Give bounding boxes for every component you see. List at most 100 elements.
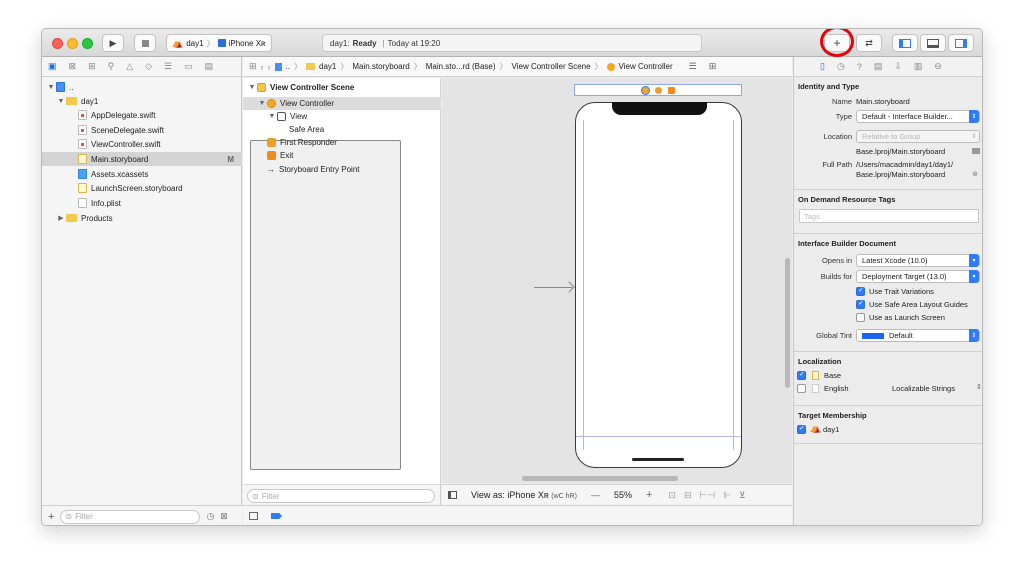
test-icon[interactable]: ◇ [145,61,152,72]
outline-item-first-responder[interactable]: First Responder [243,136,441,149]
breadcrumb-root[interactable]: .. [286,62,290,71]
view-controller-icon[interactable] [641,86,649,94]
breakpoint-icon[interactable]: ▭ [184,61,193,72]
outline-filter-input[interactable]: ⊜ Filter [247,489,435,503]
loc-english-checkbox[interactable] [797,384,806,393]
run-button[interactable]: ▶ [102,34,124,52]
safe-area-guides-checkbox[interactable] [856,299,865,309]
stop-button[interactable] [134,34,156,52]
location-popup[interactable]: Relative to Group ⇕ [856,130,980,143]
status-separator: | [382,38,385,48]
breadcrumb-scene[interactable]: View Controller Scene [512,62,591,71]
align-icon[interactable]: ⊟ [684,490,692,501]
toggle-inspector-button[interactable] [948,34,974,52]
plist-file-icon [78,198,87,208]
outline-item-entry-point[interactable]: → Storyboard Entry Point [243,163,441,176]
size-icon[interactable]: ▥ [914,61,923,72]
breakpoints-toggle-icon[interactable] [271,513,282,519]
section-divider [794,233,982,234]
toggle-debug-area-button[interactable] [920,34,946,52]
folder-icon[interactable] [972,148,980,154]
embed-in-icon[interactable]: ⊻ [739,490,746,501]
first-responder-icon[interactable] [654,86,662,94]
outline-item-exit[interactable]: Exit [243,149,441,162]
tree-item-main-storyboard[interactable]: Main.storyboard M [42,152,242,166]
related-items-icon[interactable]: ⊞ [249,61,257,72]
tree-item-infoplist[interactable]: Info.plist [42,196,242,210]
help-icon[interactable]: ? [857,62,862,72]
tree-item-group-day1[interactable]: ▼ day1 [42,94,242,108]
attributes-icon[interactable]: ⇩ [894,61,902,72]
view-as-device[interactable]: View as: iPhone Xʀ (wC hR) [471,490,577,500]
hide-debug-area-icon[interactable] [249,512,258,520]
horizontal-scrollbar[interactable] [522,476,678,481]
tags-input[interactable]: Tags [799,209,979,223]
name-value[interactable]: Main.storyboard [856,97,910,106]
add-editor-icon[interactable]: ⊞ [709,61,717,72]
code-review-button[interactable]: ⇄ [856,34,882,52]
back-arrow-icon[interactable]: ‹ [261,62,264,72]
pin-icon[interactable]: ⊢⊣ [700,490,716,501]
connections-icon[interactable]: ⊖ [934,61,942,72]
zoom-in-button[interactable]: + [646,489,652,501]
tree-item-launchscreen[interactable]: LaunchScreen.storyboard [42,181,242,195]
outline-item-safe-area[interactable]: Safe Area [243,123,441,470]
scm-filter-icon[interactable]: ⊠ [220,511,228,522]
reveal-in-finder-icon[interactable]: ⊛ [972,170,978,178]
type-popup[interactable]: Default - Interface Builder... ⇕ [856,110,980,123]
vertical-scrollbar[interactable] [785,258,790,388]
storyboard-canvas[interactable] [442,78,792,483]
breadcrumb-localization[interactable]: Main.sto...rd (Base) [426,62,496,71]
loc-english-type[interactable]: Localizable Strings [892,384,955,393]
tree-item-project[interactable]: ▼ .. [42,80,242,94]
tree-item-products[interactable]: ▶ Products [42,211,242,225]
recent-files-icon[interactable]: ◷ [206,511,214,522]
opens-in-value: Latest Xcode (10.0) [862,256,928,265]
exit-icon[interactable] [667,86,675,94]
trait-variations-checkbox[interactable] [856,286,865,296]
add-file-icon[interactable]: + [48,511,54,523]
tree-item-viewcontroller[interactable]: ViewController.swift [42,137,242,151]
scene-dock[interactable] [574,84,742,96]
tree-item-appdelegate[interactable]: AppDelegate.swift [42,108,242,122]
search-icon[interactable]: ⚲ [108,61,115,72]
loc-base-checkbox[interactable] [797,370,806,380]
breadcrumb-group[interactable]: day1 [319,62,336,71]
minimize-window-button[interactable] [67,38,78,49]
iphone-scene-frame[interactable] [575,102,742,468]
zoom-out-button[interactable]: — [591,490,600,500]
builds-for-popup[interactable]: Deployment Target (13.0) ▾ [856,270,980,283]
close-window-button[interactable] [52,38,63,49]
outline-item-view[interactable]: ▼ View [243,110,441,123]
scheme-selector[interactable]: ⛺ day1 〉 iPhone Xʀ [166,34,272,52]
toggle-navigator-button[interactable] [892,34,918,52]
resolve-issues-icon[interactable]: ⊩ [723,490,731,501]
report-icon[interactable]: ▤ [205,61,214,72]
editor-options-icon[interactable]: ☰ [689,61,697,72]
global-tint-popup[interactable]: Default ⇕ [856,329,980,342]
folder-icon[interactable]: ▣ [48,61,57,72]
launch-screen-checkbox[interactable] [856,313,865,322]
debug-icon[interactable]: ☰ [164,61,172,72]
tree-item-scenedelegate[interactable]: SceneDelegate.swift [42,123,242,137]
identity-icon[interactable]: ▤ [874,61,883,72]
breadcrumb-file[interactable]: Main.storyboard [352,62,409,71]
tree-item-assets[interactable]: Assets.xcassets [42,167,242,181]
forward-arrow-icon[interactable]: › [268,62,271,72]
warning-icon[interactable]: △ [126,61,133,72]
chevron-updown-icon[interactable]: ⇕ [976,383,982,391]
source-control-icon[interactable]: ⊠ [69,61,77,72]
history-icon[interactable]: ◷ [837,61,845,72]
symbol-icon[interactable]: ⊞ [88,61,96,72]
toggle-outline-icon[interactable] [448,491,457,499]
entry-point-arrow[interactable] [534,287,572,288]
outline-scene-header[interactable]: ▼ View Controller Scene [243,81,441,94]
file-icon[interactable]: ▯ [820,61,825,72]
zoom-window-button[interactable] [82,38,93,49]
breadcrumb-view-controller[interactable]: View Controller [619,62,673,71]
outline-item-view-controller[interactable]: ▼ View Controller [243,97,441,110]
navigator-filter-input[interactable]: ⊜ Filter [60,509,201,524]
opens-in-popup[interactable]: Latest Xcode (10.0) ▾ [856,254,980,267]
target-day1-checkbox[interactable] [797,424,806,434]
update-frames-icon[interactable]: ⊡ [668,490,676,501]
